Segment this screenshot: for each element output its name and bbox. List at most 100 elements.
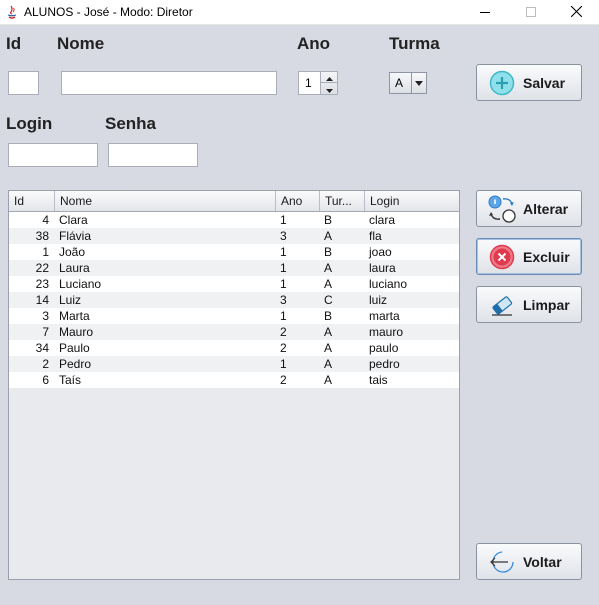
cell-nome: Marta: [59, 309, 90, 323]
back-arrow-icon: [487, 547, 517, 577]
close-button[interactable]: [553, 0, 599, 25]
login-label: Login: [6, 114, 53, 133]
table-row[interactable]: 1 João 1 Bjoao: [9, 244, 459, 260]
cell-nome: João: [59, 245, 86, 259]
cell-login: mauro: [369, 325, 404, 339]
cell-id: 1: [42, 245, 49, 259]
senha-label: Senha: [105, 114, 157, 133]
cell-id: 3: [42, 309, 49, 323]
table-row[interactable]: 6 Taís 2 Atais: [9, 372, 459, 388]
add-icon: [487, 68, 517, 98]
cell-ano: 2: [280, 341, 287, 355]
cell-ano: 1: [280, 309, 287, 323]
maximize-button[interactable]: [508, 0, 554, 25]
table-row[interactable]: 7 Mauro 2 Amauro: [9, 324, 459, 340]
id-label: Id: [6, 34, 22, 53]
turma-combobox-value: A: [395, 76, 404, 90]
cell-id: 23: [35, 277, 49, 291]
delete-icon: [487, 242, 517, 272]
senha-field[interactable]: [108, 143, 198, 167]
cell-turma: A: [324, 277, 333, 291]
alterar-button[interactable]: Alterar: [476, 190, 582, 227]
turma-label: Turma: [389, 34, 440, 53]
cell-turma: A: [324, 229, 333, 243]
column-header-ano[interactable]: Ano: [276, 191, 320, 211]
voltar-button-label: Voltar: [523, 553, 562, 570]
cell-id: 2: [42, 357, 49, 371]
minimize-button[interactable]: [462, 0, 508, 25]
cell-login: luciano: [369, 277, 408, 291]
cell-ano: 3: [280, 293, 287, 307]
ano-spinner-value: 1: [305, 76, 312, 90]
alterar-button-label: Alterar: [523, 200, 569, 217]
table-body: 4 Clara 1 Bclara 38 Flávia 3 Afla 1 João 1 Bjoao 22 L…: [9, 212, 459, 388]
chevron-down-icon[interactable]: [411, 73, 426, 93]
cell-id: 22: [35, 261, 49, 275]
login-field[interactable]: [8, 143, 98, 167]
cell-login: fla: [369, 229, 382, 243]
cell-nome: Clara: [59, 213, 88, 227]
table-row[interactable]: 23 Luciano 1 Aluciano: [9, 276, 459, 292]
cell-nome: Laura: [59, 261, 90, 275]
table-row[interactable]: 34 Paulo 2 Apaulo: [9, 340, 459, 356]
excluir-button[interactable]: Excluir: [476, 238, 582, 275]
cell-turma: C: [324, 293, 333, 307]
table-row[interactable]: 22 Laura 1 Alaura: [9, 260, 459, 276]
table-row[interactable]: 38 Flávia 3 Afla: [9, 228, 459, 244]
window-title: ALUNOS - José - Modo: Diretor: [24, 5, 193, 19]
cell-turma: A: [324, 325, 333, 339]
table-header: Id Nome Ano Tur... Login: [9, 191, 459, 212]
excluir-button-label: Excluir: [523, 248, 570, 265]
id-field[interactable]: [8, 71, 39, 95]
cell-nome: Paulo: [59, 341, 90, 355]
cell-nome: Taís: [59, 373, 82, 387]
cell-ano: 1: [280, 357, 287, 371]
cell-id: 34: [35, 341, 49, 355]
cell-turma: A: [324, 373, 333, 387]
eraser-icon: [487, 290, 517, 320]
cell-id: 38: [35, 229, 49, 243]
column-header-id[interactable]: Id: [9, 191, 55, 211]
students-table[interactable]: Id Nome Ano Tur... Login 4 Clara 1 Bclara 38…: [8, 190, 460, 580]
nome-field[interactable]: [61, 71, 277, 95]
cell-id: 4: [42, 213, 49, 227]
cell-turma: A: [324, 341, 333, 355]
cell-login: joao: [369, 245, 392, 259]
ano-label: Ano: [297, 34, 331, 53]
java-app-icon: [4, 4, 20, 20]
cell-ano: 2: [280, 373, 287, 387]
table-row[interactable]: 2 Pedro 1 Apedro: [9, 356, 459, 372]
table-row[interactable]: 14 Luiz 3 Cluiz: [9, 292, 459, 308]
table-row[interactable]: 4 Clara 1 Bclara: [9, 212, 459, 228]
limpar-button[interactable]: Limpar: [476, 286, 582, 323]
table-row[interactable]: 3 Marta 1 Bmarta: [9, 308, 459, 324]
minimize-icon: [480, 4, 490, 22]
ano-spinner[interactable]: 1: [298, 71, 338, 95]
cell-login: clara: [369, 213, 396, 227]
column-header-turma[interactable]: Tur...: [320, 191, 365, 211]
cell-turma: A: [324, 261, 333, 275]
cell-id: 7: [42, 325, 49, 339]
cell-login: pedro: [369, 357, 400, 371]
cell-ano: 1: [280, 213, 287, 227]
cell-ano: 1: [280, 261, 287, 275]
swap-icon: [487, 194, 517, 224]
salvar-button[interactable]: Salvar: [476, 64, 582, 101]
nome-label: Nome: [57, 34, 105, 53]
cell-turma: B: [324, 213, 333, 227]
turma-combobox[interactable]: A: [389, 72, 427, 94]
cell-turma: A: [324, 357, 333, 371]
cell-nome: Luiz: [59, 293, 82, 307]
voltar-button[interactable]: Voltar: [476, 543, 582, 580]
cell-ano: 1: [280, 245, 287, 259]
arrow-down-icon: [325, 80, 333, 98]
cell-ano: 3: [280, 229, 287, 243]
cell-id: 14: [35, 293, 49, 307]
column-header-login[interactable]: Login: [365, 191, 459, 211]
column-header-nome[interactable]: Nome: [55, 191, 276, 211]
cell-nome: Flávia: [59, 229, 92, 243]
cell-nome: Pedro: [59, 357, 92, 371]
maximize-icon: [526, 4, 536, 22]
cell-login: marta: [369, 309, 400, 323]
spinner-down-button[interactable]: [321, 83, 337, 94]
